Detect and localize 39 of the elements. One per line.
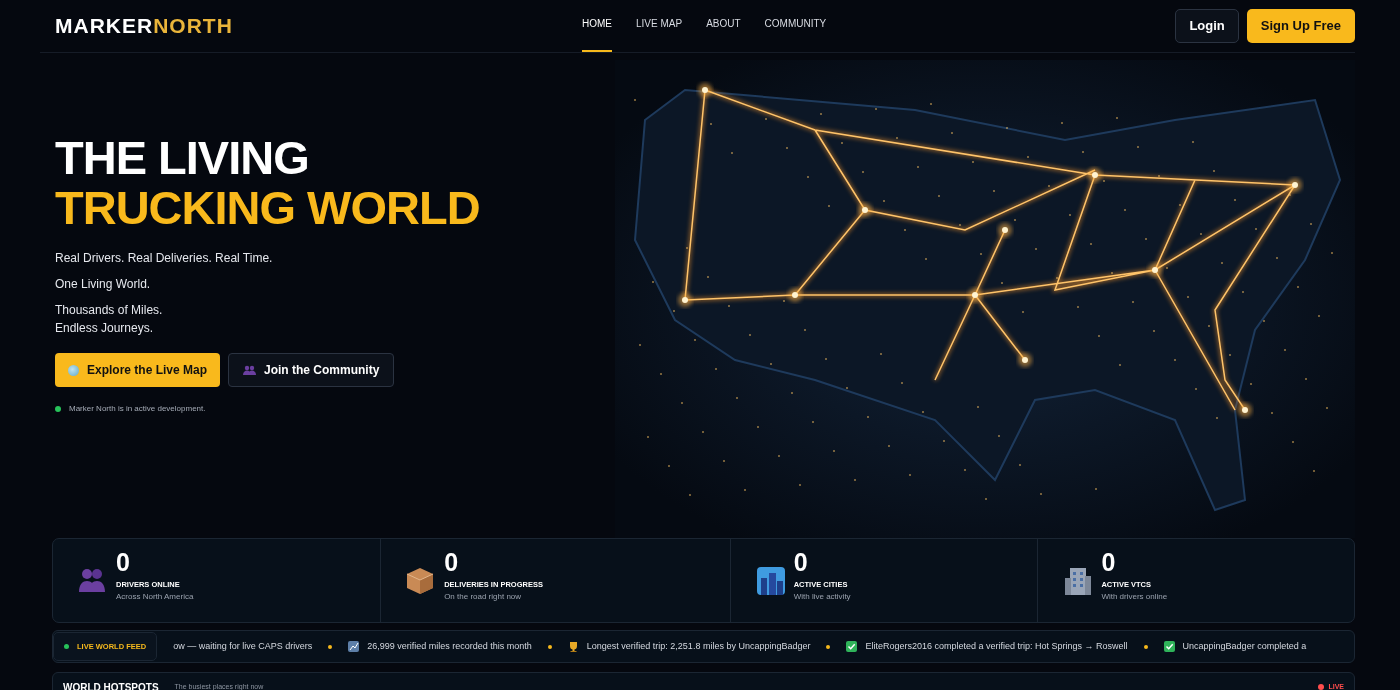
status-text: Marker North is in active development.	[69, 403, 206, 416]
hero-title-highlight: TRUCKING WORLD	[55, 183, 480, 234]
status-dot	[55, 406, 61, 413]
stat-caption: With drivers online	[1101, 590, 1168, 603]
checkbox-icon	[1163, 641, 1175, 652]
tagline: Real Drivers. Real Deliveries. Real Time.	[55, 250, 274, 268]
sign-up-button[interactable]: Sign Up Free	[1246, 9, 1355, 43]
tagline: One Living World.	[55, 276, 152, 294]
explore-map-button[interactable]: Explore the Live Map	[55, 353, 221, 388]
nav-link[interactable]: ABOUT	[706, 16, 741, 52]
nav-link[interactable]: HOME	[582, 16, 612, 52]
tagline: Endless Journeys.	[55, 320, 155, 338]
section-title: WORLD HOTSPOTS	[63, 680, 159, 690]
feed-item-text: ow — waiting for live CAPS drivers	[173, 639, 313, 653]
checkbox-icon	[846, 641, 858, 652]
feed-item-text: 26,999 verified miles recorded this month	[367, 639, 532, 653]
stat-caption: With live activity	[793, 590, 851, 603]
trophy-icon	[567, 641, 579, 652]
people-icon	[243, 365, 257, 376]
stat-value: 0	[444, 550, 460, 576]
stat-value: 0	[1101, 550, 1117, 576]
nav-link[interactable]: LIVE MAP	[636, 16, 683, 52]
city-icon	[755, 565, 786, 596]
chart-icon	[348, 641, 360, 652]
stat-value: 0	[793, 550, 809, 576]
globe-icon	[68, 364, 79, 376]
stat-caption: On the road right now	[444, 590, 523, 603]
office-building-icon	[1063, 565, 1094, 596]
feed-item-text: UncappingBadger completed a	[1182, 639, 1307, 653]
tagline: Thousands of Miles.	[55, 302, 164, 320]
feed-item-text: Longest verified trip: 2,251.8 miles by UncappingBadger	[586, 639, 811, 653]
feed-item-text: EliteRogers2016 completed a verified trip: Hot Springs → Roswell	[865, 639, 1128, 653]
join-community-button[interactable]: Join the Community	[228, 353, 395, 388]
brand-logo[interactable]: MARKERNORTH	[55, 10, 233, 42]
login-button[interactable]: Login	[1175, 9, 1239, 43]
stat-caption: Across North America	[116, 590, 194, 603]
stat-value: 0	[116, 550, 131, 576]
hero-title: THE LIVING	[55, 132, 310, 183]
nav-link[interactable]: COMMUNITY	[764, 16, 827, 52]
